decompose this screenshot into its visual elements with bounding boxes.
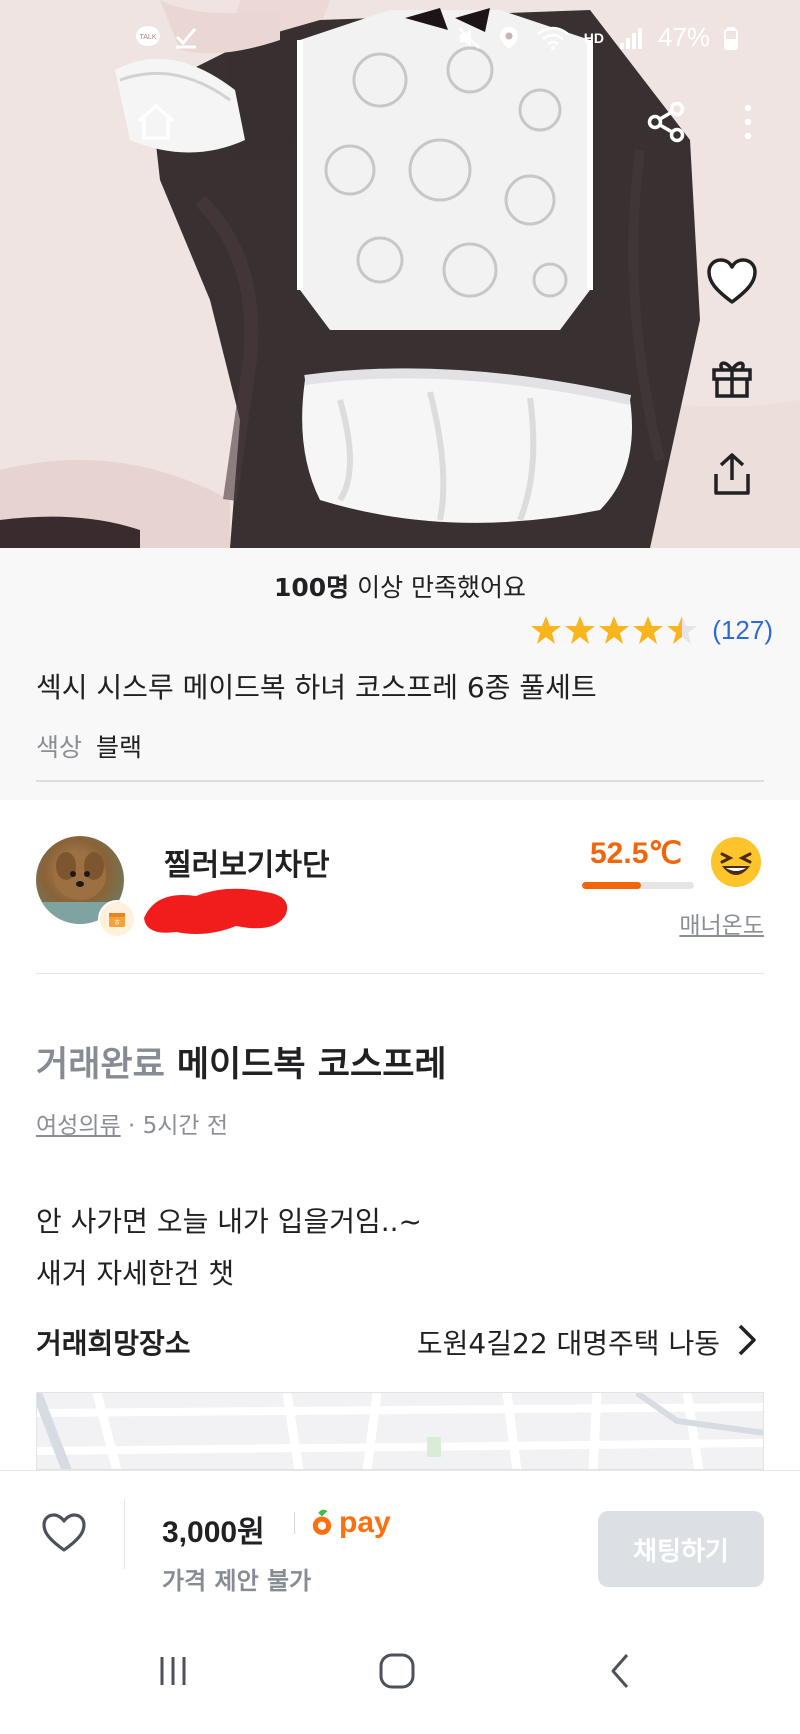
kakaotalk-icon: TALK bbox=[135, 24, 161, 50]
satisfied-rest: 이상 만족했어요 bbox=[349, 573, 527, 602]
color-value: 블랙 bbox=[96, 733, 143, 762]
share-icon bbox=[647, 101, 685, 143]
rating-count: (127) bbox=[712, 614, 773, 645]
badge-icon: ㅎ bbox=[98, 900, 136, 938]
heart-icon bbox=[42, 1513, 86, 1552]
star-icon bbox=[565, 616, 596, 644]
trade-status: 거래완료 bbox=[36, 1045, 165, 1085]
product-photo bbox=[0, 0, 800, 548]
product-title: 섹시 시스루 메이드복 하녀 코스프레 6종 풀세트 bbox=[36, 671, 597, 704]
description-line: 안 사가면 오늘 내가 입을거임..~ bbox=[36, 1205, 422, 1238]
redaction-scribble bbox=[144, 888, 288, 934]
check-icon bbox=[173, 24, 199, 50]
pay-badge: pay bbox=[294, 1503, 391, 1543]
star-icon bbox=[667, 616, 698, 644]
product-image[interactable]: TALK HD 47% bbox=[0, 0, 800, 548]
home-nav-button[interactable] bbox=[362, 1636, 432, 1706]
battery-percent: 47% bbox=[657, 22, 710, 52]
back-icon bbox=[611, 1654, 629, 1688]
status-bar: TALK HD 47% bbox=[0, 0, 800, 70]
star-icon bbox=[599, 616, 630, 644]
pay-logo-icon bbox=[312, 1509, 332, 1535]
like-button[interactable] bbox=[32, 1501, 96, 1565]
system-navigation-bar bbox=[0, 1610, 800, 1734]
svg-text:ㅎ: ㅎ bbox=[113, 918, 120, 927]
back-button[interactable] bbox=[586, 1636, 656, 1706]
seller-profile[interactable]: ㅎ 찔러보기차단 52.5℃ 매너온도 bbox=[0, 800, 800, 975]
chevron-right-icon bbox=[738, 1324, 756, 1356]
post-title: 거래완료 메이드복 코스프레 bbox=[36, 1036, 447, 1087]
post-description: 안 사가면 오늘 내가 입을거임..~ 새거 자세한건 챗 bbox=[36, 1196, 422, 1300]
place-label: 거래희망장소 bbox=[36, 1327, 191, 1360]
more-vertical-icon bbox=[744, 104, 752, 140]
divider bbox=[36, 973, 764, 974]
wifi-icon bbox=[536, 25, 570, 51]
gift-icon bbox=[712, 361, 752, 398]
category-link[interactable]: 여성의류 bbox=[36, 1113, 121, 1139]
post-name: 메이드복 코스프레 bbox=[176, 1045, 447, 1085]
satisfied-count: 100명 bbox=[273, 573, 350, 602]
chat-button[interactable]: 채팅하기 bbox=[598, 1511, 764, 1587]
wish-button[interactable] bbox=[700, 250, 764, 314]
network-label: HD bbox=[583, 29, 604, 46]
rating: (127) bbox=[530, 614, 773, 646]
star-icon bbox=[633, 616, 664, 644]
mute-icon bbox=[456, 25, 482, 51]
location-icon bbox=[496, 25, 522, 51]
post-meta: 여성의류 · 5시간 전 bbox=[36, 1106, 228, 1140]
post-time: · 5시간 전 bbox=[120, 1113, 228, 1139]
trade-place-row[interactable]: 거래희망장소 도원4길22 대명주택 나동 bbox=[36, 1318, 764, 1362]
signal-icon bbox=[618, 25, 644, 51]
more-button[interactable] bbox=[726, 94, 770, 150]
laughing-face-icon bbox=[711, 837, 761, 887]
star-icon bbox=[531, 616, 562, 644]
map-preview[interactable] bbox=[36, 1392, 764, 1470]
svg-text:TALK: TALK bbox=[140, 34, 157, 41]
pay-label: pay bbox=[339, 1506, 391, 1539]
temperature-fill bbox=[582, 882, 642, 889]
recent-apps-icon bbox=[160, 1657, 186, 1685]
upload-button[interactable] bbox=[700, 442, 764, 506]
recent-apps-button[interactable] bbox=[138, 1636, 208, 1706]
battery-icon bbox=[724, 25, 738, 51]
home-icon bbox=[137, 104, 175, 140]
home-button[interactable] bbox=[128, 94, 184, 150]
map-graphic bbox=[37, 1393, 763, 1469]
divider bbox=[36, 780, 764, 782]
divider bbox=[124, 1499, 125, 1569]
rating-stars bbox=[530, 614, 698, 646]
description-line: 새거 자세한건 챗 bbox=[36, 1257, 235, 1290]
upload-icon bbox=[714, 453, 750, 495]
share-button[interactable] bbox=[638, 94, 694, 150]
manner-temperature-link[interactable]: 매너온도 bbox=[679, 906, 764, 940]
purchase-bar: 3,000원 pay 가격 제안 불가 채팅하기 bbox=[0, 1470, 800, 1610]
price: 3,000원 bbox=[162, 1516, 265, 1549]
place-value: 도원4길22 대명주택 나동 bbox=[416, 1327, 720, 1360]
gift-button[interactable] bbox=[700, 346, 764, 410]
satisfaction-text: 100명 이상 만족했어요 bbox=[0, 568, 800, 604]
price-offer-status: 가격 제안 불가 bbox=[162, 1567, 312, 1595]
home-nav-icon bbox=[379, 1653, 415, 1689]
temperature-bar bbox=[582, 882, 694, 889]
manner-temperature: 52.5℃ bbox=[590, 837, 683, 870]
divider bbox=[294, 1512, 295, 1534]
product-card[interactable]: 100명 이상 만족했어요 (127) 섹시 시스루 메이드복 하녀 코스프레 … bbox=[0, 548, 800, 800]
color-option: 색상 블랙 bbox=[36, 728, 142, 764]
color-label: 색상 bbox=[36, 733, 83, 762]
heart-icon bbox=[707, 258, 757, 304]
